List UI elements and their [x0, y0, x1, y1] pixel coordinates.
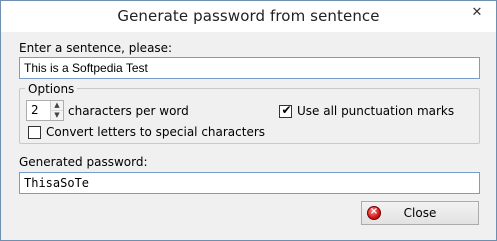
convert-special-checkbox[interactable]: [28, 126, 41, 139]
generated-password-field[interactable]: [19, 172, 480, 194]
close-button[interactable]: × Close: [361, 201, 479, 225]
use-punctuation-checkbox[interactable]: ✔: [279, 103, 292, 118]
options-group-title: Options: [25, 82, 78, 96]
spinner-buttons: ▲ ▼: [50, 101, 63, 120]
spin-up-arrow-icon[interactable]: ▲: [51, 101, 63, 111]
checkmark-icon: ✔: [281, 103, 292, 117]
use-punctuation-label: Use all punctuation marks: [297, 104, 455, 118]
chars-per-word-spinner[interactable]: 2 ▲ ▼: [26, 100, 64, 121]
sentence-label: Enter a sentence, please:: [19, 41, 173, 55]
window-title: Generate password from sentence: [117, 7, 380, 25]
chars-per-word-label: characters per word: [68, 104, 189, 118]
dialog-window: Generate password from sentence ✕ Enter …: [0, 0, 497, 241]
chars-per-word-value: 2: [31, 103, 39, 117]
close-button-label: Close: [403, 206, 437, 220]
title-bar[interactable]: Generate password from sentence ✕: [1, 1, 496, 32]
window-close-icon[interactable]: ✕: [464, 4, 490, 22]
sentence-input[interactable]: [19, 57, 480, 79]
spin-down-arrow-icon[interactable]: ▼: [51, 111, 63, 120]
generated-label: Generated password:: [19, 155, 148, 169]
convert-special-label: Convert letters to special characters: [46, 125, 266, 139]
